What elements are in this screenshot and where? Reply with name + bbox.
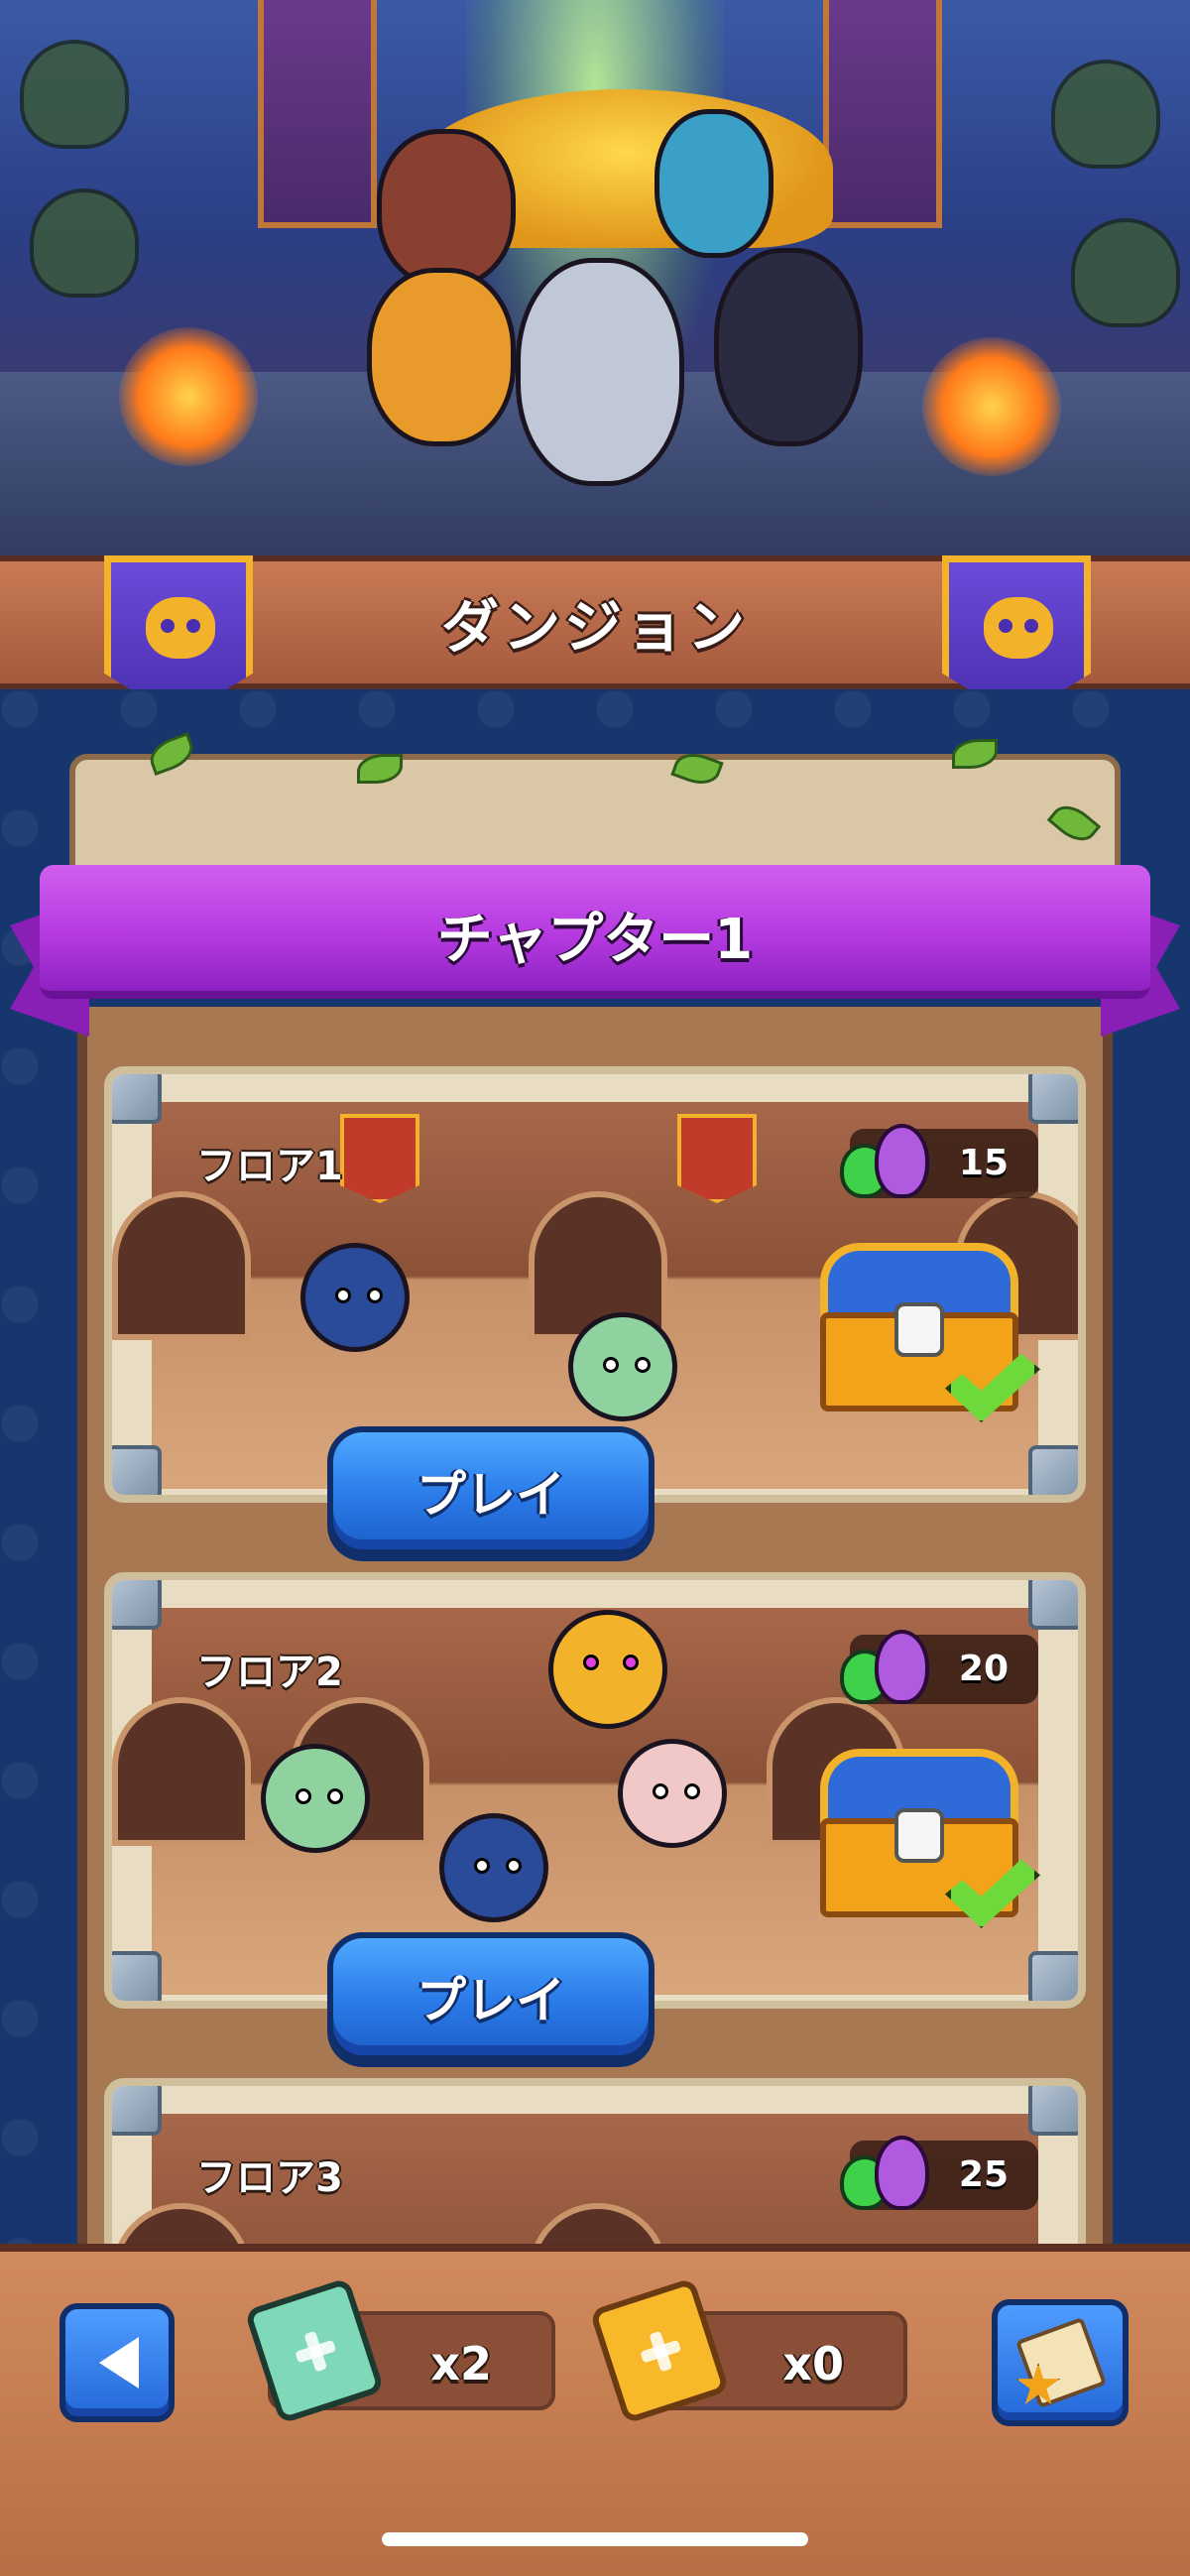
ninja-enemy: [300, 1243, 410, 1352]
monster-gem-icon: [840, 1119, 939, 1208]
floor-label: フロア2: [196, 1650, 343, 1695]
reward-count: 25: [958, 2154, 1009, 2195]
play-button-label: プレイ: [416, 1466, 565, 1524]
reward-count: 15: [958, 1143, 1009, 1183]
arch-doorway: [112, 1191, 251, 1340]
monster-silhouette: [30, 188, 139, 298]
golden-statue: [548, 1610, 667, 1729]
play-button-floor-1[interactable]: プレイ: [327, 1426, 654, 1555]
floor-label: フロア3: [196, 2155, 343, 2201]
green-ticket-count: x2: [430, 2337, 492, 2391]
medusa-enemy: [568, 1312, 677, 1421]
back-arrow-icon: [99, 2337, 139, 2389]
plague-doctor-hero: [714, 248, 863, 446]
chapter-title: チャプター1: [436, 908, 754, 972]
gold-ticket-count: x0: [782, 2337, 844, 2391]
chapter-ribbon: チャプター1: [40, 865, 1150, 999]
monster-gem-icon: [840, 2131, 939, 2220]
rogue-hero: [516, 258, 684, 486]
mage-hero: [654, 109, 774, 258]
metal-corner: [112, 1951, 162, 2001]
hatter-enemy: [618, 1739, 727, 1848]
right-pillar: [823, 0, 942, 228]
metal-corner: [1028, 1074, 1078, 1124]
monster-silhouette: [20, 40, 129, 149]
floor-label: フロア1: [196, 1144, 343, 1189]
flame-banner: [677, 1114, 757, 1203]
metal-corner: [1028, 1951, 1078, 2001]
torch-flame: [922, 337, 1061, 476]
monster-silhouette: [1071, 218, 1180, 327]
play-button-floor-2[interactable]: プレイ: [327, 1932, 654, 2061]
home-indicator[interactable]: [382, 2532, 808, 2546]
metal-corner: [1028, 1445, 1078, 1495]
medusa-enemy: [261, 1744, 370, 1853]
play-button-label: プレイ: [416, 1972, 565, 2029]
monster-silhouette: [1051, 60, 1160, 169]
metal-corner: [112, 1445, 162, 1495]
flame-banner: [340, 1114, 419, 1203]
metal-corner: [112, 1580, 162, 1630]
back-button[interactable]: [60, 2303, 175, 2422]
reward-count: 20: [958, 1649, 1009, 1689]
metal-corner: [1028, 2086, 1078, 2136]
metal-corner: [112, 2086, 162, 2136]
warrior-hero: [377, 129, 516, 288]
hero-artwork: [0, 0, 1190, 570]
monster-gem-icon: [840, 1625, 939, 1714]
metal-corner: [1028, 1580, 1078, 1630]
metal-corner: [112, 1074, 162, 1124]
witch-hero: [367, 268, 516, 446]
torch-flame: [119, 327, 258, 466]
quest-scroll-button[interactable]: [992, 2299, 1129, 2426]
arch-doorway: [112, 1697, 251, 1846]
ninja-enemy: [439, 1813, 548, 1922]
left-pillar: [258, 0, 377, 228]
page-title: ダンジョン: [440, 593, 749, 661]
